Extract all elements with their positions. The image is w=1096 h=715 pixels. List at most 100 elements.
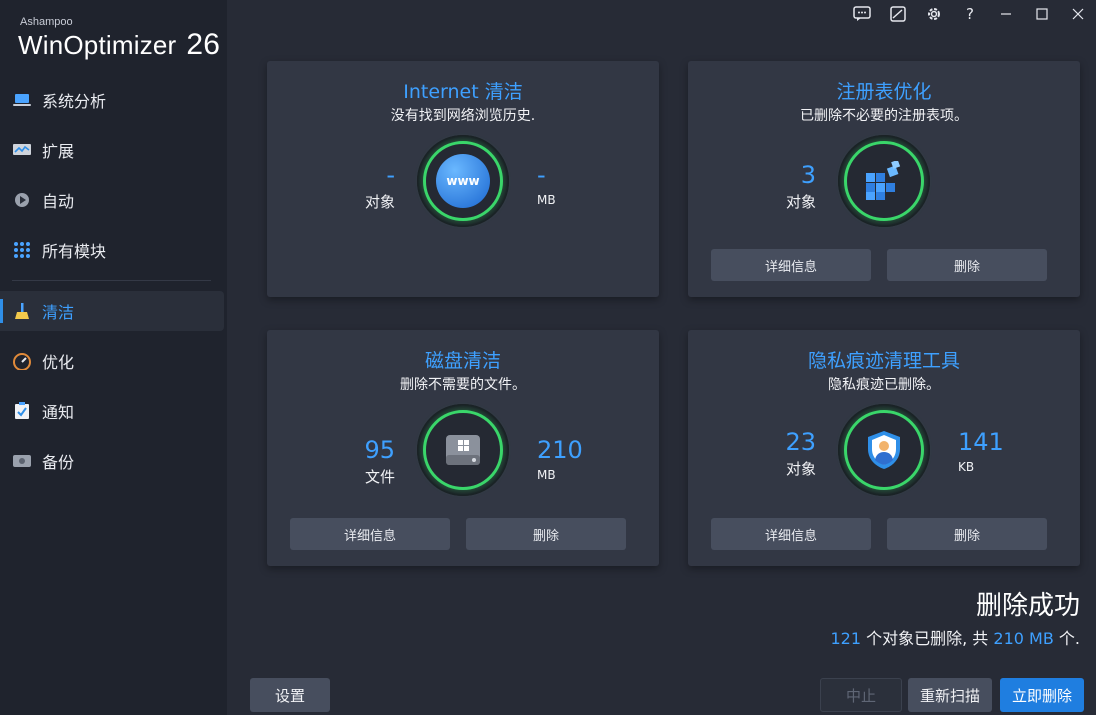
result-text-b: 个. xyxy=(1053,629,1080,648)
sidebar-divider xyxy=(12,280,211,281)
maximize-icon[interactable] xyxy=(1024,0,1060,28)
metric-objects: 23 对象 xyxy=(706,428,816,479)
sidebar-item-label: 扩展 xyxy=(42,142,75,161)
disk-clean-card: 磁盘清洁 删除不需要的文件。 95 文件 210 MB 详细信息 删除 xyxy=(267,330,659,566)
metric-unit: 对象 xyxy=(364,193,395,211)
registry-details-button[interactable]: 详细信息 xyxy=(711,249,871,281)
card-subtitle: 删除不需要的文件。 xyxy=(400,377,526,393)
metric-objects: 3 对象 xyxy=(706,161,816,212)
metric-value: 141 xyxy=(958,428,1004,456)
card-title: 隐私痕迹清理工具 xyxy=(807,350,960,372)
sidebar-item-optimize[interactable]: 优化 xyxy=(0,341,227,381)
card-title: 注册表优化 xyxy=(836,81,932,103)
help-icon[interactable]: ? xyxy=(952,0,988,28)
globe-www-label: www xyxy=(446,174,480,188)
speedometer-icon xyxy=(12,351,32,371)
metric-size: 210 MB xyxy=(537,436,647,482)
metric-value: 23 xyxy=(785,428,816,456)
status-ring-inner xyxy=(844,141,924,221)
sidebar-item-label: 通知 xyxy=(42,403,75,422)
minimize-icon[interactable] xyxy=(988,0,1024,28)
disk-drive-icon xyxy=(446,435,480,465)
disk-details-button[interactable]: 详细信息 xyxy=(290,518,450,550)
broom-icon xyxy=(12,301,32,321)
sidebar-item-all-modules[interactable]: 所有模块 xyxy=(0,230,227,270)
card-subtitle: 没有找到网络浏览历史. xyxy=(390,108,536,124)
registry-blocks-icon xyxy=(866,161,901,200)
stop-button[interactable]: 中止 xyxy=(820,678,902,712)
result-summary: 121 个对象已删除, 共 210 MB 个. xyxy=(831,625,1081,649)
sidebar-item-label: 自动 xyxy=(42,192,75,211)
metric-unit: MB xyxy=(537,193,556,207)
sidebar-item-extend[interactable]: 扩展 xyxy=(0,130,227,170)
gear-icon[interactable] xyxy=(916,0,952,28)
metric-files: 95 文件 xyxy=(285,436,395,487)
card-title: Internet 清洁 xyxy=(403,81,523,103)
privacy-traces-card: 隐私痕迹清理工具 隐私痕迹已删除。 23 对象 141 KB 详细信息 删除 xyxy=(688,330,1080,566)
status-ring-inner: www xyxy=(423,141,503,221)
metric-value: - xyxy=(537,161,546,189)
card-subtitle: 已删除不必要的注册表项。 xyxy=(800,108,968,124)
brand-version: 26 xyxy=(186,28,221,61)
metric-unit: 文件 xyxy=(364,468,395,486)
metric-unit: 对象 xyxy=(785,460,816,478)
privacy-details-button[interactable]: 详细信息 xyxy=(711,518,871,550)
status-ring: www xyxy=(417,135,509,227)
registry-optimize-card: 注册表优化 已删除不必要的注册表项。 3 对象 详细信息 删除 xyxy=(688,61,1080,297)
status-ring xyxy=(838,135,930,227)
sidebar-item-label: 备份 xyxy=(42,453,75,472)
metric-unit: MB xyxy=(537,468,556,482)
sidebar-item-label: 优化 xyxy=(42,353,75,372)
card-title: 磁盘清洁 xyxy=(424,350,501,372)
skin-icon[interactable] xyxy=(880,0,916,28)
brand-product: WinOptimizer 26 xyxy=(18,28,220,62)
internet-clean-card: Internet 清洁 没有找到网络浏览历史. - 对象 www - MB xyxy=(267,61,659,297)
result-size: 210 MB xyxy=(993,629,1054,648)
brand-company: Ashampoo xyxy=(20,16,73,28)
privacy-delete-button[interactable]: 删除 xyxy=(887,518,1047,550)
registry-delete-button[interactable]: 删除 xyxy=(887,249,1047,281)
rescan-button[interactable]: 重新扫描 xyxy=(908,678,992,712)
metric-unit: 对象 xyxy=(785,193,816,211)
status-ring-inner xyxy=(844,410,924,490)
monitor-chart-icon xyxy=(12,140,32,160)
sidebar-item-backup[interactable]: 备份 xyxy=(0,441,227,481)
play-gear-icon xyxy=(12,190,32,210)
shield-user-icon xyxy=(868,431,900,469)
sidebar: Ashampoo WinOptimizer 26 系统分析 扩展 自动 所有模块… xyxy=(0,0,227,715)
feedback-icon[interactable] xyxy=(844,0,880,28)
sidebar-item-system-analysis[interactable]: 系统分析 xyxy=(0,80,227,120)
metric-size: - MB xyxy=(537,161,647,207)
metric-value: 210 xyxy=(537,436,583,464)
settings-button[interactable]: 设置 xyxy=(250,678,330,712)
sidebar-item-notify[interactable]: 通知 xyxy=(0,391,227,431)
title-bar: ? xyxy=(844,0,1096,28)
metric-value: 95 xyxy=(364,436,395,464)
metric-unit: KB xyxy=(958,460,975,474)
brand-product-name: WinOptimizer xyxy=(18,30,177,60)
status-ring-inner xyxy=(423,410,503,490)
sidebar-item-label: 清洁 xyxy=(42,303,75,322)
metric-objects: - 对象 xyxy=(285,161,395,212)
clipboard-check-icon xyxy=(12,401,32,421)
result-text-a: 个对象已删除, 共 xyxy=(861,629,994,648)
result-title: 删除成功 xyxy=(975,591,1080,621)
status-ring xyxy=(838,404,930,496)
metric-value: 3 xyxy=(800,161,816,189)
sidebar-item-label: 所有模块 xyxy=(42,242,107,261)
result-count: 121 xyxy=(830,629,862,648)
globe-www-icon: www xyxy=(436,154,490,208)
grid-dots-icon xyxy=(12,240,32,260)
delete-now-button[interactable]: 立即删除 xyxy=(1000,678,1084,712)
card-subtitle: 隐私痕迹已删除。 xyxy=(828,377,940,393)
disk-delete-button[interactable]: 删除 xyxy=(466,518,626,550)
status-ring xyxy=(417,404,509,496)
hard-drive-icon xyxy=(12,451,32,471)
metric-value: - xyxy=(386,161,395,189)
sidebar-item-label: 系统分析 xyxy=(42,92,107,111)
close-icon[interactable] xyxy=(1060,0,1096,28)
metric-size: 141 KB xyxy=(958,428,1068,474)
sidebar-item-auto[interactable]: 自动 xyxy=(0,180,227,220)
sidebar-item-clean[interactable]: 清洁 xyxy=(0,291,224,331)
laptop-icon xyxy=(12,90,32,110)
